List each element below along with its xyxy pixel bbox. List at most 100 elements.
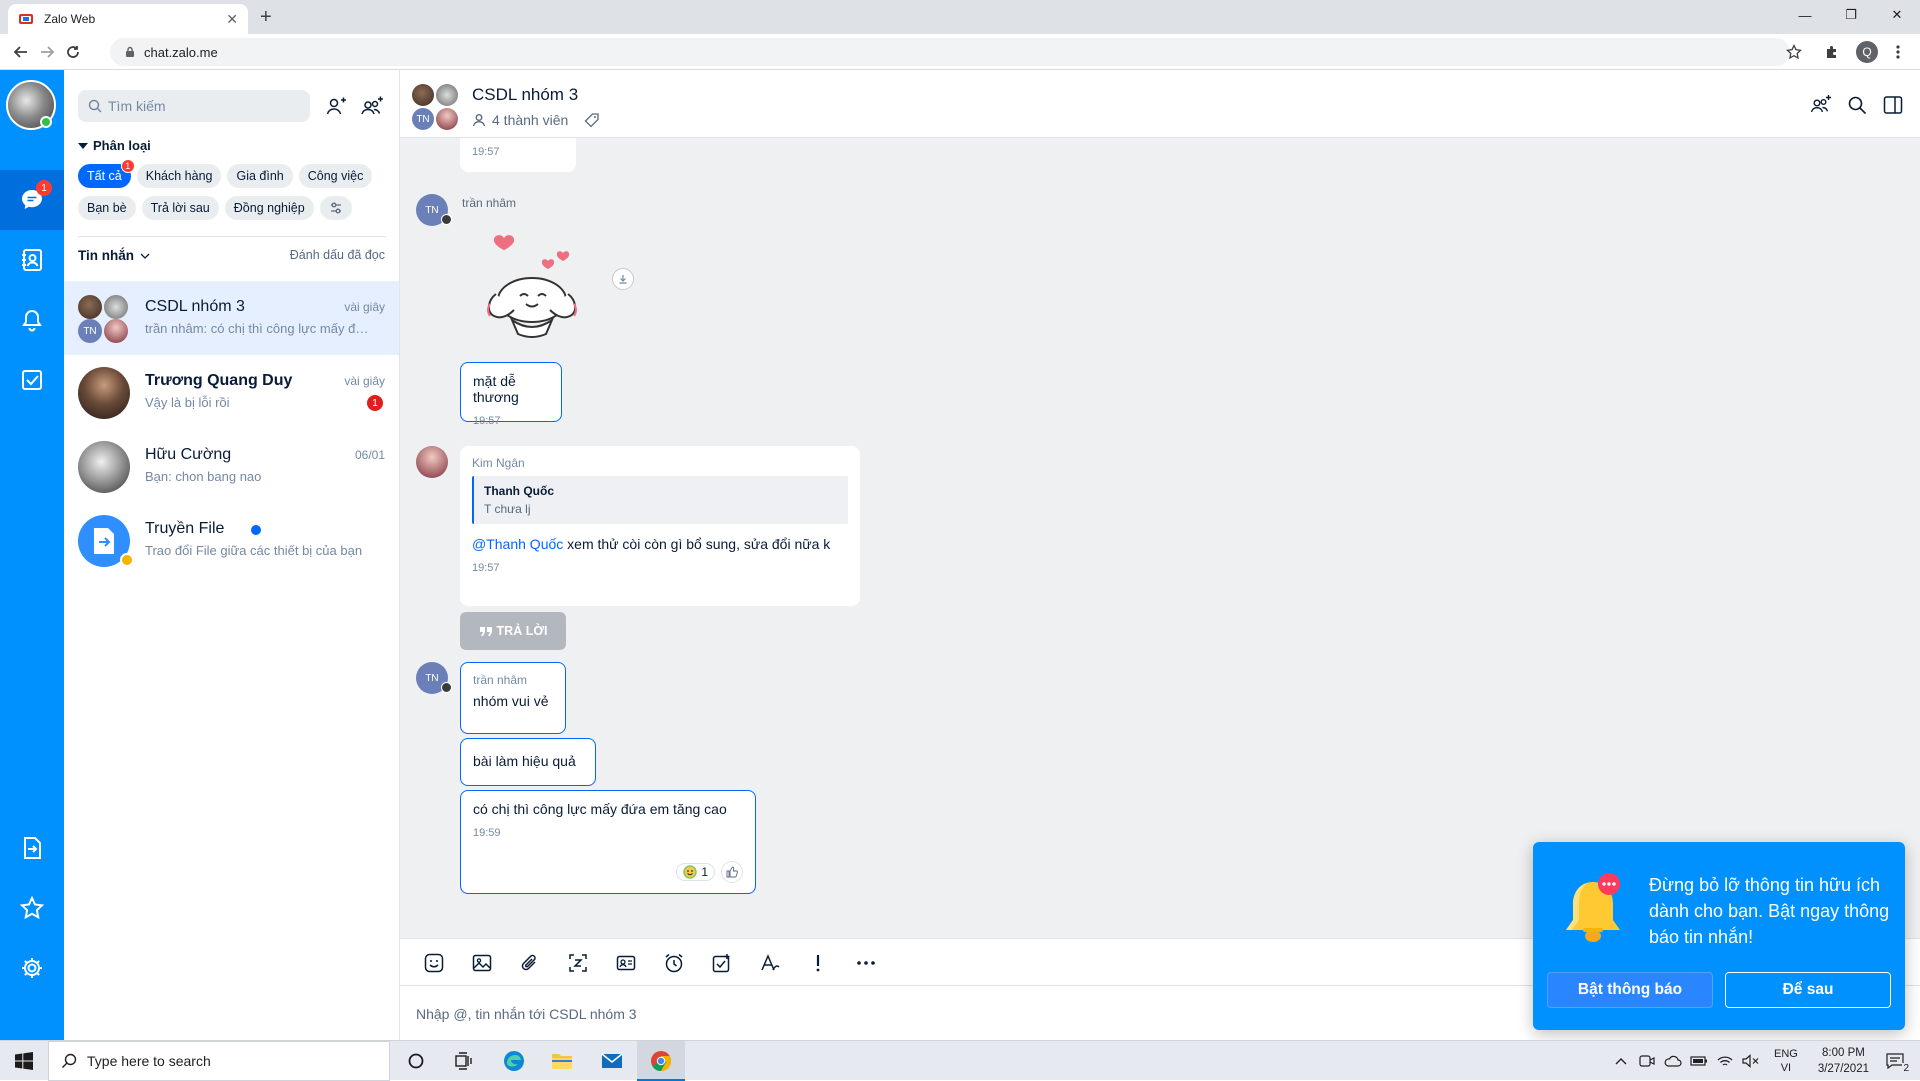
nav-file-transfer[interactable] [0, 818, 64, 878]
tag-icon[interactable] [584, 112, 600, 128]
person-icon [472, 113, 486, 127]
member-avatar [436, 84, 458, 106]
chip-customers[interactable]: Khách hàng [136, 164, 222, 188]
chip-colleagues[interactable]: Đồng nghiệp [224, 196, 314, 220]
task-view-icon[interactable] [450, 1047, 478, 1075]
mention-link[interactable]: @Thanh Quốc [472, 536, 563, 552]
category-chips-row-1: Tất cả 1 Khách hàng Gia đình Công việc [78, 159, 373, 188]
chip-reply-later[interactable]: Trả lời sau [141, 196, 219, 220]
messages-unread-badge: 1 [36, 180, 52, 196]
conversation-item[interactable]: Truyền File Trao đổi File giữa các thiết… [64, 503, 399, 577]
reminder-clock-icon[interactable] [662, 951, 686, 975]
enable-notifications-button[interactable]: Bật thông báo [1547, 972, 1713, 1008]
file-explorer-icon[interactable] [548, 1047, 576, 1075]
sticker-icon[interactable] [422, 951, 446, 975]
conversation-item[interactable]: Trương Quang Duy Vậy là bị lỗi rồi vài g… [64, 355, 399, 429]
action-center-icon[interactable]: 2 [1882, 1051, 1910, 1074]
chip-work[interactable]: Công việc [298, 164, 373, 188]
category-header[interactable]: Phân loại [78, 138, 151, 153]
later-button[interactable]: Để sau [1725, 972, 1891, 1008]
new-tab-button[interactable]: + [260, 6, 272, 29]
cortana-icon[interactable] [402, 1047, 430, 1075]
like-icon[interactable] [721, 861, 743, 883]
sender-avatar[interactable] [416, 446, 448, 478]
reply-button[interactable]: TRẢ LỜI [460, 612, 566, 650]
text-format-icon[interactable] [758, 951, 782, 975]
chip-friends[interactable]: Bạn bè [78, 196, 136, 220]
reaction-pill[interactable]: 1 [676, 863, 715, 881]
nav-messages[interactable]: 1 [0, 170, 64, 230]
system-clock[interactable]: 8:00 PM 3/27/2021 [1818, 1045, 1869, 1077]
edge-browser-icon[interactable] [500, 1047, 528, 1075]
chip-all[interactable]: Tất cả 1 [78, 159, 135, 188]
attachment-icon[interactable] [518, 951, 542, 975]
message-input[interactable] [416, 1004, 1516, 1024]
close-window-button[interactable]: ✕ [1874, 0, 1920, 30]
conversation-item[interactable]: Hữu Cường Bạn: chon bang nao 06/01 [64, 429, 399, 503]
mail-icon[interactable] [598, 1047, 626, 1075]
onedrive-cloud-icon[interactable] [1663, 1051, 1683, 1071]
message-bubble[interactable]: trần nhâm nhóm vui vẻ [460, 662, 566, 734]
group-avatar[interactable]: TN [412, 84, 460, 132]
nav-starred[interactable] [0, 878, 64, 938]
add-friend-icon[interactable] [324, 95, 348, 119]
message-bubble[interactable]: bài làm hiệu quả [460, 738, 596, 786]
business-card-icon[interactable] [614, 951, 638, 975]
chrome-icon[interactable] [647, 1047, 675, 1075]
download-icon[interactable] [612, 268, 634, 290]
message-bubble[interactable]: có chị thì công lực mấy đứa em tăng cao … [460, 790, 756, 894]
star-bookmark-icon[interactable] [1784, 42, 1804, 62]
browser-profile-avatar[interactable]: Q [1856, 41, 1878, 63]
member-count-link[interactable]: 4 thành viên [472, 112, 600, 128]
search-input[interactable]: Tìm kiếm [78, 90, 310, 122]
wifi-icon[interactable] [1715, 1051, 1735, 1071]
taskbar-search-input[interactable]: Type here to search [48, 1041, 390, 1081]
mark-all-read-link[interactable]: Đánh dấu đã đọc [290, 248, 385, 262]
manage-categories-button[interactable] [319, 196, 352, 220]
close-tab-icon[interactable]: ✕ [226, 11, 238, 28]
browser-tab[interactable]: Zalo Web ✕ [8, 4, 248, 34]
browser-menu-icon[interactable] [1888, 42, 1908, 62]
member-count: 4 thành viên [492, 112, 569, 128]
nav-todo[interactable] [0, 350, 64, 410]
message-bubble[interactable]: 19:57 [460, 138, 576, 172]
task-assign-icon[interactable] [710, 951, 734, 975]
windows-start-icon[interactable] [0, 1041, 48, 1081]
meet-now-icon[interactable] [1637, 1051, 1657, 1071]
minimize-button[interactable]: — [1782, 0, 1828, 30]
chip-family[interactable]: Gia đình [227, 164, 293, 188]
file-transfer-icon [19, 835, 45, 861]
sticker-image[interactable] [460, 228, 600, 358]
input-language[interactable]: ENG VI [1774, 1047, 1798, 1075]
contacts-book-icon [19, 247, 45, 273]
search-icon[interactable] [1846, 94, 1868, 116]
restore-button[interactable]: ❐ [1828, 0, 1874, 30]
search-icon [61, 1053, 87, 1069]
extensions-icon[interactable] [1822, 42, 1842, 62]
toggle-info-panel-icon[interactable] [1882, 94, 1904, 116]
inbox-filter-dropdown[interactable]: Tin nhắn [78, 248, 150, 263]
nav-contacts[interactable] [0, 230, 64, 290]
url-field[interactable]: chat.zalo.me [110, 38, 1790, 66]
chevron-up-icon[interactable] [1611, 1051, 1631, 1071]
key-role-icon [441, 214, 452, 225]
forward-icon[interactable] [36, 41, 58, 63]
nav-settings[interactable] [0, 938, 64, 998]
message-bubble[interactable]: Kim Ngân Thanh Quốc T chưa lj @Thanh Quố… [460, 446, 860, 606]
urgent-icon[interactable] [806, 951, 830, 975]
reaction-count: 1 [701, 865, 708, 879]
add-member-icon[interactable] [1810, 94, 1832, 116]
message-bubble[interactable]: mặt dễ thương 19:57 [460, 362, 562, 427]
reload-icon[interactable] [62, 41, 84, 63]
message-text: mặt dễ thương [473, 373, 519, 405]
image-icon[interactable] [470, 951, 494, 975]
battery-icon[interactable] [1689, 1051, 1709, 1071]
screenshot-icon[interactable] [566, 951, 590, 975]
more-options-icon[interactable] [854, 951, 878, 975]
create-group-icon[interactable] [360, 95, 384, 119]
back-icon[interactable] [10, 41, 32, 63]
volume-muted-icon[interactable] [1741, 1051, 1761, 1071]
quoted-message[interactable]: Thanh Quốc T chưa lj [472, 476, 848, 524]
conversation-item[interactable]: TN CSDL nhóm 3 trần nhâm: có chị thì côn… [64, 281, 399, 355]
nav-notifications[interactable] [0, 290, 64, 350]
